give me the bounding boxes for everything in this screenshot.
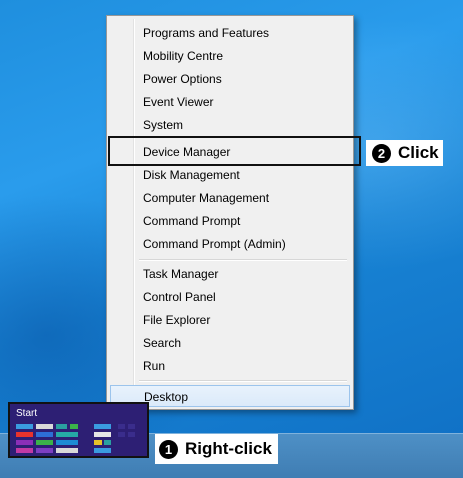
menu-item-command-prompt-admin[interactable]: Command Prompt (Admin)	[110, 233, 350, 255]
menu-item-file-explorer[interactable]: File Explorer	[110, 309, 350, 331]
callout-step-1-text: Right-click	[185, 439, 272, 458]
menu-item-control-panel[interactable]: Control Panel	[110, 286, 350, 308]
menu-separator	[139, 259, 347, 261]
menu-item-mobility-centre[interactable]: Mobility Centre	[110, 45, 350, 67]
menu-separator	[139, 380, 347, 382]
menu-item-command-prompt[interactable]: Command Prompt	[110, 210, 350, 232]
menu-item-programs-and-features[interactable]: Programs and Features	[110, 22, 350, 44]
menu-item-search[interactable]: Search	[110, 332, 350, 354]
menu-item-system[interactable]: System	[110, 114, 350, 136]
start-label: Start	[16, 408, 38, 419]
menu-item-event-viewer[interactable]: Event Viewer	[110, 91, 350, 113]
callout-step-2: 2 Click	[366, 140, 443, 166]
menu-item-computer-management[interactable]: Computer Management	[110, 187, 350, 209]
start-screen-thumbnail[interactable]: Start	[8, 402, 149, 458]
menu-item-run[interactable]: Run	[110, 355, 350, 377]
step-number-1: 1	[159, 439, 178, 459]
callout-step-1: 1 Right-click	[155, 434, 278, 464]
winx-context-menu: Programs and Features Mobility Centre Po…	[106, 15, 354, 410]
menu-item-task-manager[interactable]: Task Manager	[110, 263, 350, 285]
menu-item-disk-management[interactable]: Disk Management	[110, 164, 350, 186]
callout-step-2-text: Click	[398, 143, 439, 162]
menu-item-device-manager[interactable]: Device Manager	[110, 141, 350, 163]
step-number-2: 2	[372, 143, 391, 163]
desktop[interactable]: Programs and Features Mobility Centre Po…	[0, 0, 463, 478]
menu-item-power-options[interactable]: Power Options	[110, 68, 350, 90]
